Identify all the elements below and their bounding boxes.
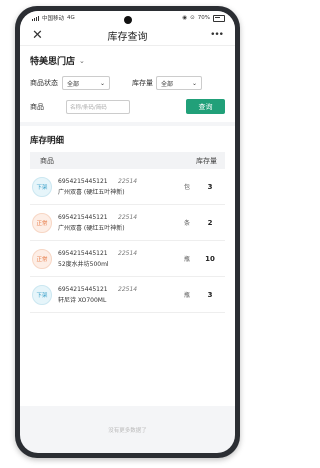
item-barcode: 6954215445121: [58, 249, 108, 257]
list-item[interactable]: 正常 6954215445121 22514 广州双喜 (硬红五叶神新) 条 2: [30, 205, 225, 241]
signal-icon: [32, 15, 40, 21]
item-name: 52度水井坊500ml: [58, 260, 109, 268]
product-search-input[interactable]: 名称/条码/简码: [66, 99, 130, 114]
col-stock-header: 库存量: [196, 156, 217, 165]
list-item[interactable]: 正常 6954215445121 22514 52度水井坊500ml 瓶 10: [30, 241, 225, 277]
item-sku: 22514: [118, 213, 138, 221]
item-qty: 3: [207, 182, 213, 191]
item-barcode: 6954215445121: [58, 285, 108, 293]
chevron-down-icon: ⌄: [99, 79, 105, 87]
item-qty: 3: [207, 290, 213, 299]
status-badge: 下架: [32, 176, 52, 197]
item-barcode: 6954215445121: [58, 213, 108, 221]
stock-select[interactable]: 全部 ⌄: [156, 76, 202, 90]
list-item[interactable]: 下架 6954215445121 22514 广州双喜 (硬红五叶神新) 包 3: [30, 169, 225, 205]
item-sku: 22514: [118, 249, 138, 257]
col-product-header: 商品: [40, 156, 54, 165]
item-info: 6954215445121 22514 广州双喜 (硬红五叶神新): [58, 214, 177, 232]
item-sku: 22514: [118, 285, 138, 293]
item-info: 6954215445121 22514 广州双喜 (硬红五叶神新): [58, 178, 177, 196]
item-unit: 瓶: [183, 292, 190, 299]
phone-frame: 中国移动 4G ◉ ⊙ 70% ✕ 库存查询 ••• 特美思门店 ⌄ 商品状态: [15, 6, 240, 458]
status-label: 商品状态: [30, 79, 58, 87]
table-header: 商品 库存量: [30, 152, 225, 169]
status-select-value: 全部: [67, 80, 80, 88]
navbar: ✕ 库存查询 •••: [20, 25, 235, 46]
network-label: 4G: [67, 15, 75, 21]
close-icon[interactable]: ✕: [32, 28, 46, 43]
product-search-placeholder: 名称/条码/简码: [70, 104, 107, 111]
item-name: 广州双喜 (硬红五叶神新): [58, 224, 125, 232]
more-icon[interactable]: •••: [209, 30, 224, 40]
item-unit: 条: [183, 220, 190, 227]
chevron-down-icon: ⌄: [79, 56, 85, 65]
item-unit: 包: [183, 184, 190, 191]
item-info: 6954215445121 22514 52度水井坊500ml: [58, 250, 177, 268]
item-sku: 22514: [118, 177, 138, 185]
stock-select-value: 全部: [161, 80, 174, 88]
stock-details-section: 库存明细 商品 库存量 下架 6954215445121 22514 广州双喜 (硬红…: [20, 126, 235, 406]
battery-icon: [213, 14, 225, 22]
page-title: 库存查询: [107, 31, 148, 43]
section-title: 库存明细: [30, 136, 65, 146]
carrier-label: 中国移动: [42, 16, 65, 22]
product-row: 商品 名称/条码/简码 查询: [30, 99, 225, 114]
item-name: 广州双喜 (硬红五叶神新): [58, 188, 125, 196]
screen: 中国移动 4G ◉ ⊙ 70% ✕ 库存查询 ••• 特美思门店 ⌄ 商品状态: [20, 11, 235, 453]
list-item[interactable]: 下架 6954215445121 22514 轩尼诗 XO700ML 瓶 3: [30, 277, 225, 313]
product-label: 商品: [30, 102, 44, 111]
item-list: 下架 6954215445121 22514 广州双喜 (硬红五叶神新) 包 3 正常 695…: [30, 169, 225, 313]
status-badge: 正常: [32, 248, 52, 269]
status-stock-row: 商品状态 全部 ⌄ 库存量 全部 ⌄: [30, 76, 225, 90]
item-barcode: 6954215445121: [58, 177, 108, 185]
alarm-icon: ⊙: [190, 15, 195, 21]
store-selector[interactable]: 特美思门店 ⌄: [30, 54, 225, 68]
chevron-down-icon: ⌄: [191, 79, 197, 87]
item-info: 6954215445121 22514 轩尼诗 XO700ML: [58, 286, 177, 304]
no-more-text: 没有更多数据了: [108, 428, 147, 434]
item-name: 轩尼诗 XO700ML: [58, 296, 107, 304]
item-qty: 10: [205, 254, 215, 263]
status-badge: 正常: [32, 212, 52, 233]
query-button[interactable]: 查询: [186, 99, 225, 114]
stock-label: 库存量: [132, 79, 153, 87]
item-qty: 2: [207, 218, 213, 227]
front-camera: [124, 16, 132, 24]
status-badge: 下架: [32, 284, 52, 305]
item-unit: 瓶: [183, 256, 190, 263]
battery-label: 70%: [197, 15, 210, 21]
wifi-icon: ◉: [182, 15, 188, 21]
store-name: 特美思门店: [30, 57, 76, 67]
status-select[interactable]: 全部 ⌄: [62, 76, 110, 90]
filter-panel: 特美思门店 ⌄ 商品状态 全部 ⌄ 库存量 全部 ⌄ 商品 名称/条码/简码 查…: [20, 46, 235, 122]
